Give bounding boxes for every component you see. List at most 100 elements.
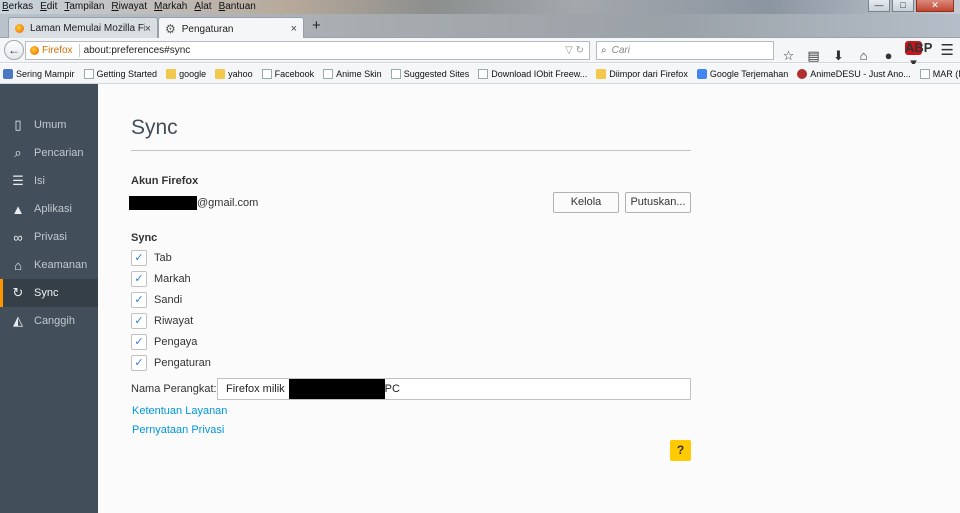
sidebar-item-label: Isi [34,175,45,187]
menu-riwayat[interactable]: Riwayat [111,0,147,14]
bookmark-star-icon[interactable]: ☆ [780,48,797,64]
sidebar-item-label: Pencarian [34,147,84,159]
checkbox[interactable]: ✓ [131,354,147,371]
sidebar-item-label: Privasi [34,231,68,243]
maximize-button[interactable]: □ [892,0,914,12]
bookmark-label: Diimpor dari Firefox [609,68,688,79]
bookmark-item[interactable]: Anime Skin [323,68,382,79]
bookmark-item[interactable]: Google Terjemahan [696,68,789,79]
search-input[interactable]: Cari [612,45,630,56]
device-name-prefix: Firefox milik [226,383,285,395]
downloads-icon[interactable]: ⬇ [830,48,847,64]
sidebar-item-keamanan[interactable]: ⌂ Keamanan [0,251,98,279]
bookmark-folder[interactable]: google [166,68,207,79]
sidebar-item-canggih[interactable]: ◭ Canggih [0,307,98,335]
sidebar-item-sync[interactable]: ↻ Sync [0,279,98,307]
sidebar-item-privasi[interactable]: ∞ Privasi [0,223,98,251]
sidebar-item-umum[interactable]: ▯ Umum [0,111,98,139]
bookmark-folder[interactable]: yahoo [215,68,253,79]
checkbox-label: Pengaya [154,335,198,348]
page-icon [83,68,94,79]
sidebar-item-pencarian[interactable]: ⌕ Pencarian [0,139,98,167]
tab-label: Laman Memulai Mozilla Fir... [30,23,145,34]
sync-heading: Sync [131,232,158,244]
privacy-notice-link[interactable]: Pernyataan Privasi [132,424,224,436]
minimize-button[interactable]: — [868,0,890,12]
device-name-field[interactable]: Firefox milik PC [217,378,691,400]
navigation-toolbar: ← Firefox about:preferences#sync ▽ ↻ ⌕ C… [0,38,960,70]
preferences-content: Sync Akun Firefox @gmail.com Kelola Putu… [98,84,960,513]
account-heading: Akun Firefox [131,175,199,187]
url-bar[interactable]: Firefox about:preferences#sync ▽ ↻ [25,41,590,60]
checkbox[interactable]: ✓ [131,291,147,308]
page-title: Sync [131,116,178,139]
most-visited-icon [3,68,13,79]
menu-alat[interactable]: Alat [194,0,211,14]
bookmark-label: Google Terjemahan [709,68,789,79]
bookmark-item[interactable]: AnimeDESU - Just Ano... [797,68,911,79]
sync-option-markah[interactable]: ✓ Markah [131,270,191,287]
sync-icon: ↻ [12,285,24,300]
hamburger-menu-icon[interactable]: ☰ [941,41,954,59]
folder-icon [166,68,177,79]
sync-option-sandi[interactable]: ✓ Sandi [131,291,182,308]
bookmark-item[interactable]: MAR (Marchen Awake... [919,68,960,79]
bookmark-item[interactable]: Suggested Sites [390,68,469,79]
close-tab-icon[interactable]: × [145,23,151,35]
bookmark-item[interactable]: Download IObit Freew... [478,68,587,79]
close-tab-icon[interactable]: × [291,23,297,35]
menu-markah[interactable]: Markah [154,0,187,14]
bookmark-item[interactable]: Facebook [261,68,314,79]
redacted-block [288,379,385,399]
tab-strip: Laman Memulai Mozilla Fir... × ⚙ Pengatu… [0,14,960,40]
bookmark-item[interactable]: Getting Started [83,68,157,79]
url-text[interactable]: about:preferences#sync [80,45,566,56]
bookmark-folder[interactable]: Diimpor dari Firefox [596,68,688,79]
help-button[interactable]: ? [670,440,691,461]
home-icon[interactable]: ⌂ [855,48,872,63]
firefox-icon [15,24,24,33]
terms-of-service-link[interactable]: Ketentuan Layanan [132,405,227,417]
close-window-button[interactable]: ✕ [916,0,954,12]
menu-tampilan[interactable]: Tampilan [64,0,104,14]
sync-option-pengaya[interactable]: ✓ Pengaya [131,333,197,350]
bookmarks-list-icon[interactable]: ▤ [805,48,822,64]
email-suffix: @gmail.com [197,197,259,209]
disconnect-button[interactable]: Putuskan... [625,192,691,213]
checkbox[interactable]: ✓ [131,270,147,287]
tab-mozilla-start[interactable]: Laman Memulai Mozilla Fir... × [8,17,158,39]
search-bar[interactable]: ⌕ Cari [596,41,774,60]
sync-option-pengaturan[interactable]: ✓ Pengaturan [131,354,211,371]
url-dropdown-icons[interactable]: ▽ ↻ [565,45,589,56]
sync-option-riwayat[interactable]: ✓ Riwayat [131,312,193,329]
sync-option-tab[interactable]: ✓ Tab [131,249,172,266]
manage-account-button[interactable]: Kelola [553,192,619,213]
bookmark-label: google [179,68,207,79]
menu-edit[interactable]: Edit [40,0,57,14]
device-name-label: Nama Perangkat: [131,383,217,395]
reload-icon[interactable]: ↻ [576,45,584,56]
page-icon [261,68,272,79]
back-button[interactable]: ← [4,40,24,60]
account-email: @gmail.com [129,196,258,210]
checkbox-label: Tab [154,251,172,264]
title-divider [131,150,691,151]
checkbox[interactable]: ✓ [131,312,147,329]
site-identity[interactable]: Firefox [26,44,80,57]
sidebar-item-aplikasi[interactable]: ▲ Aplikasi [0,195,98,223]
sidebar-item-isi[interactable]: ☰ Isi [0,167,98,195]
checkbox[interactable]: ✓ [131,333,147,350]
folder-icon [215,68,226,79]
checkbox-label: Sandi [154,293,183,306]
checkbox[interactable]: ✓ [131,249,147,266]
dropdown-icon[interactable]: ▽ [565,45,573,56]
bookmark-item[interactable]: Sering Mampir [3,68,75,79]
privacy-mask-icon: ∞ [13,229,23,245]
sidebar-item-label: Canggih [34,315,75,327]
menu-bantuan[interactable]: Bantuan [219,0,256,14]
tab-pengaturan[interactable]: ⚙ Pengaturan × [158,17,304,40]
new-tab-button[interactable]: + [312,17,321,35]
animedesu-icon [797,68,808,79]
chat-icon[interactable]: ● [880,48,897,63]
menu-berkas[interactable]: Berkas [2,0,33,14]
